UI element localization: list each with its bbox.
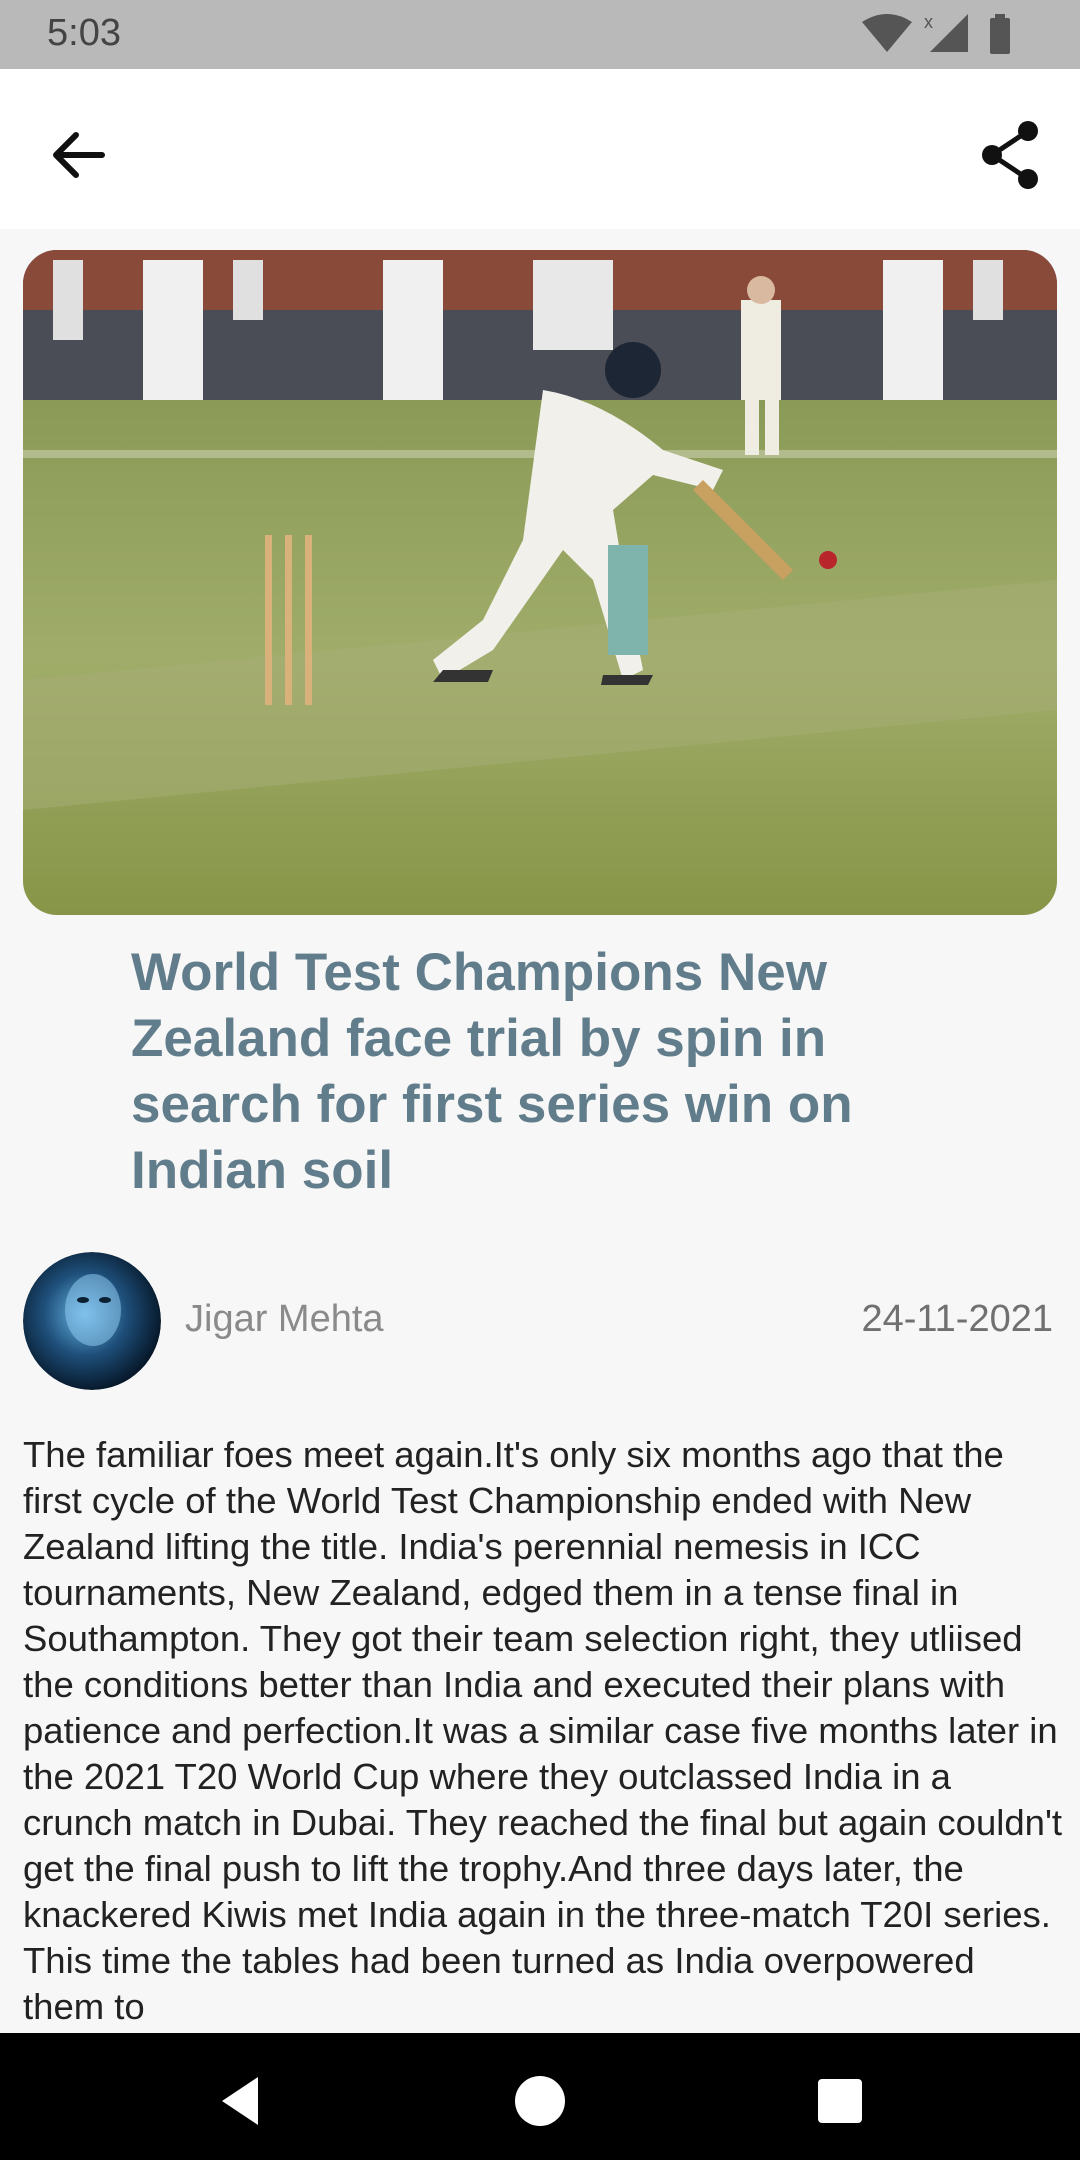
author-name: Jigar Mehta [185,1298,384,1340]
status-bar: 5:03 x [0,0,1080,69]
back-triangle-icon [222,2077,258,2125]
publish-date: 24-11-2021 [861,1298,1053,1340]
back-button[interactable] [40,115,120,195]
signal-icon: x [924,12,968,52]
home-circle-icon [515,2076,565,2126]
nav-home-button[interactable] [510,2071,570,2131]
status-time: 5:03 [47,12,121,54]
wifi-icon [862,14,912,52]
article-hero-image [23,250,1057,915]
nav-recents-button[interactable] [810,2071,870,2131]
recents-square-icon [818,2079,862,2123]
svg-text:x: x [924,12,933,32]
status-icons: x [862,12,1010,54]
battery-icon [990,14,1010,54]
app-bar [0,69,1080,229]
nav-back-button[interactable] [210,2071,270,2131]
arrow-left-icon [53,132,105,178]
author-avatar[interactable] [23,1252,161,1390]
share-icon [982,121,1038,189]
navigation-bar [0,2033,1080,2160]
article-headline: World Test Champions New Zealand face tr… [131,943,853,1200]
share-button[interactable] [972,115,1052,195]
article-body: The familiar foes meet again.It's only s… [23,1434,1063,2027]
